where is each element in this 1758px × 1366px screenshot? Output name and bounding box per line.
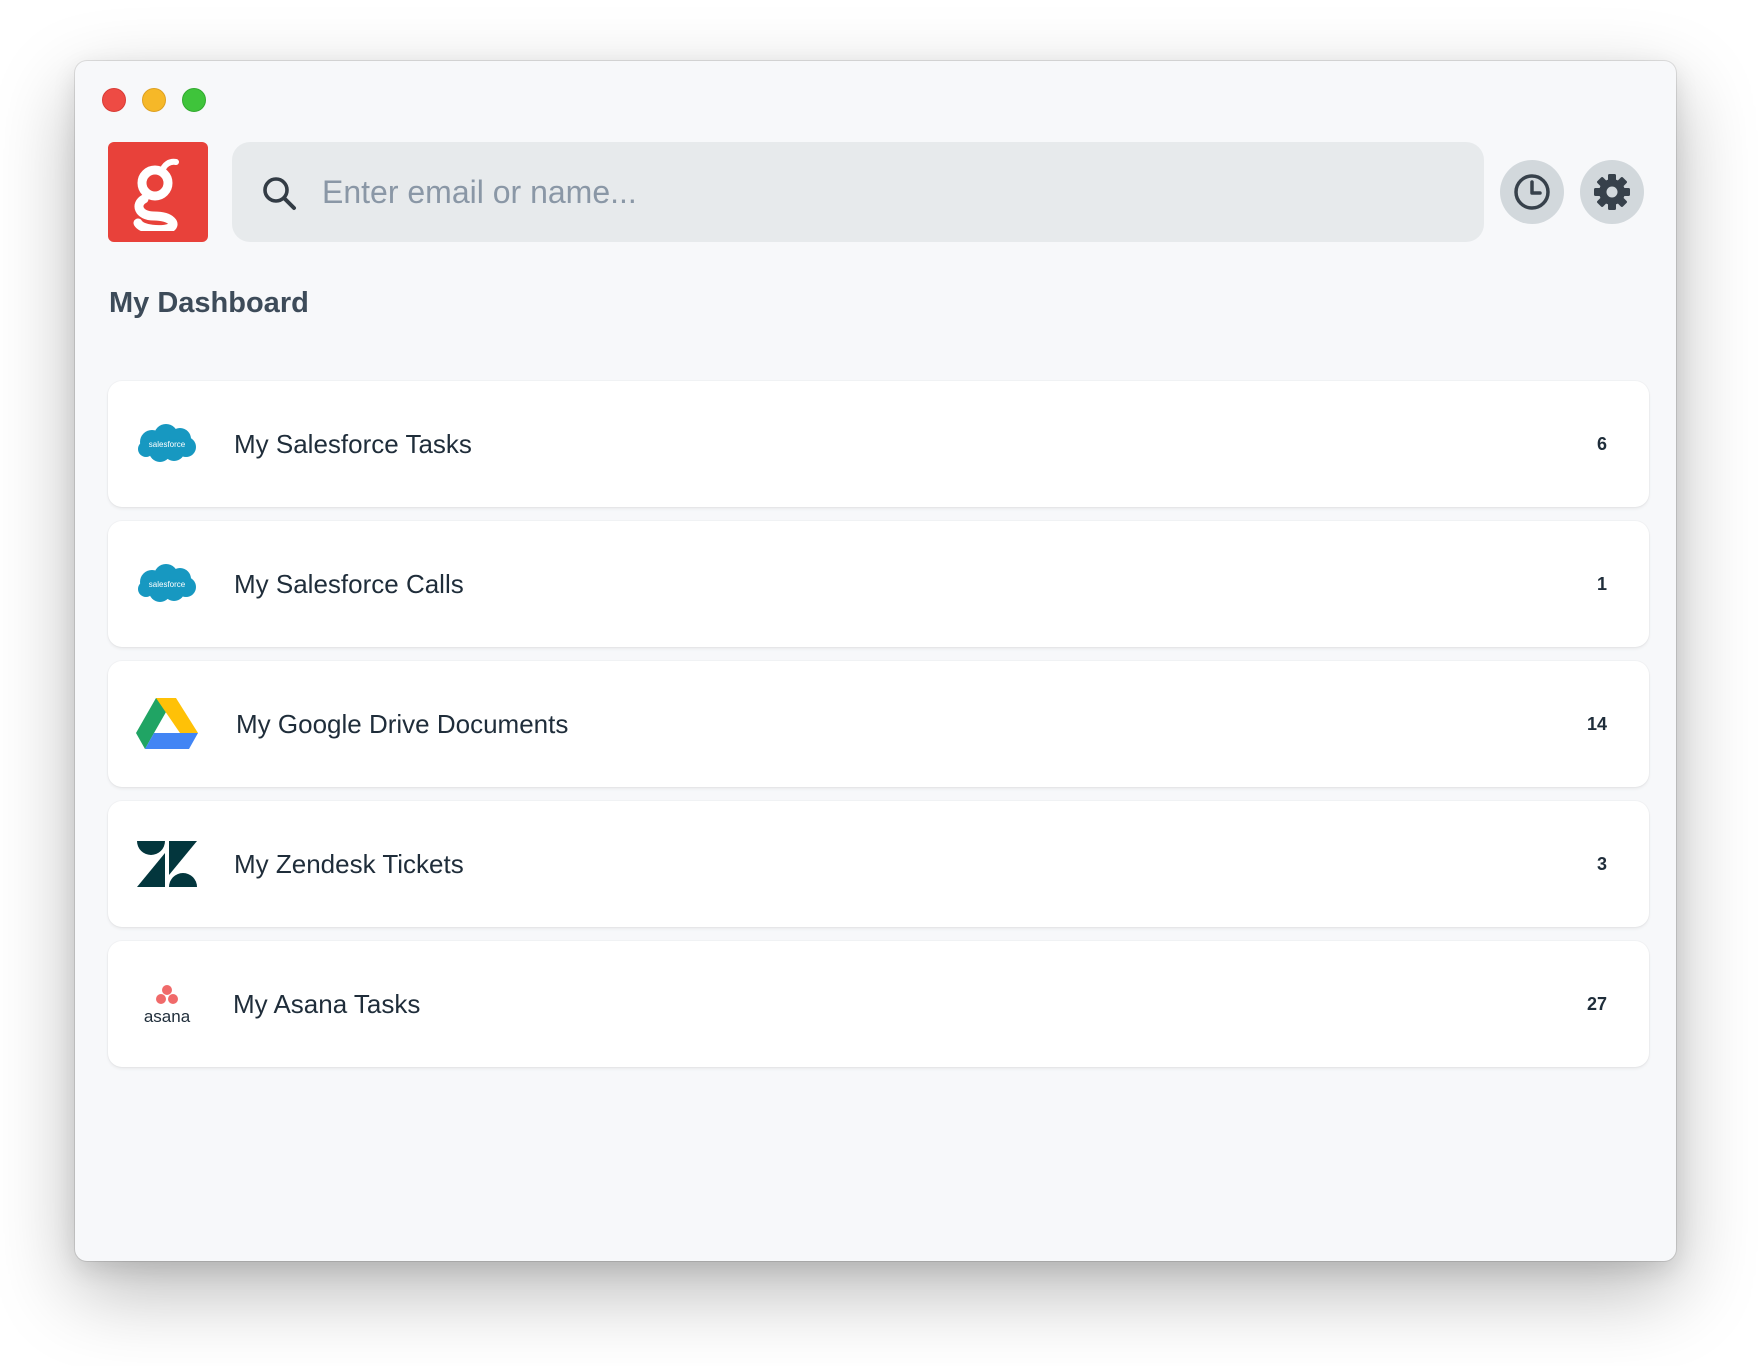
app-window: My Dashboard salesforce M — [75, 61, 1676, 1261]
item-label: My Zendesk Tickets — [234, 849, 464, 879]
dashboard-list: salesforce My Salesforce Tasks 6 salesfo… — [108, 381, 1649, 1081]
dashboard-item-zendesk-tickets[interactable]: My Zendesk Tickets 3 — [108, 801, 1649, 927]
dashboard-item-google-drive-documents[interactable]: My Google Drive Documents 14 — [108, 661, 1649, 787]
item-count: 1 — [1596, 574, 1607, 594]
item-label: My Salesforce Calls — [234, 569, 464, 599]
item-label: My Asana Tasks — [233, 989, 421, 1019]
app-logo[interactable] — [108, 142, 208, 242]
item-count: 3 — [1596, 854, 1607, 874]
search-input[interactable] — [322, 142, 1462, 242]
history-button[interactable] — [1500, 160, 1564, 224]
asana-icon: asana — [136, 974, 198, 1034]
zendesk-icon — [136, 834, 198, 894]
window-maximize-button[interactable] — [182, 88, 206, 112]
item-label: My Google Drive Documents — [236, 709, 569, 739]
salesforce-icon: salesforce — [136, 414, 198, 474]
item-count: 6 — [1596, 434, 1607, 454]
search-icon — [263, 177, 296, 210]
salesforce-icon: salesforce — [136, 554, 198, 614]
dashboard-item-salesforce-tasks[interactable]: salesforce My Salesforce Tasks 6 — [108, 381, 1649, 507]
settings-button[interactable] — [1580, 160, 1644, 224]
svg-text:salesforce: salesforce — [149, 440, 186, 449]
item-count: 14 — [1586, 714, 1607, 734]
page-title: My Dashboard — [109, 287, 309, 319]
dashboard-item-salesforce-calls[interactable]: salesforce My Salesforce Calls 1 — [108, 521, 1649, 647]
item-count: 27 — [1586, 994, 1607, 1014]
window-close-button[interactable] — [102, 88, 126, 112]
dashboard-item-asana-tasks[interactable]: asana My Asana Tasks 27 — [108, 941, 1649, 1067]
clock-icon — [1514, 174, 1550, 210]
window-minimize-button[interactable] — [142, 88, 166, 112]
svg-text:asana: asana — [144, 1007, 191, 1026]
g-logo-icon — [133, 158, 179, 231]
search-bar[interactable] — [232, 142, 1484, 242]
gear-icon — [1594, 174, 1630, 210]
google-drive-icon — [136, 694, 198, 754]
item-label: My Salesforce Tasks — [234, 429, 472, 459]
svg-text:salesforce: salesforce — [149, 580, 186, 589]
